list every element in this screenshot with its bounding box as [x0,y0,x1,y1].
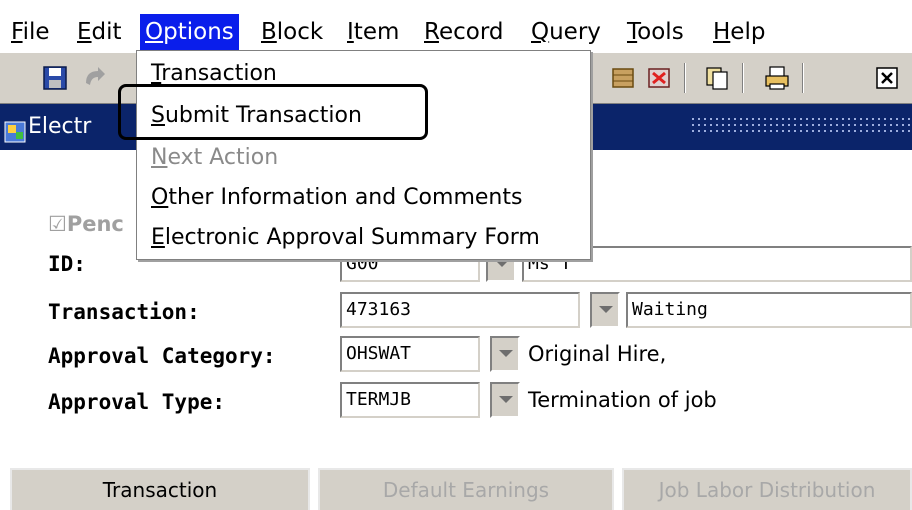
form-window-icon [4,114,26,143]
approval-type-lookup-button[interactable] [490,382,520,418]
submit-transaction-highlight [118,84,428,140]
menu-help[interactable]: Help [708,14,770,50]
menu-block[interactable]: Block [256,14,328,50]
menu-record[interactable]: Record [419,14,508,50]
toolbar-separator [802,63,804,93]
title-bar-pattern [690,116,912,136]
menu-bar: File Edit Options Block Item Record Quer… [0,0,912,52]
approval-category-label: Approval Category: [48,344,276,368]
menu-option-other-information[interactable]: Other Information and Comments [151,185,522,210]
save-icon[interactable] [40,63,70,93]
copy-icon[interactable] [702,63,732,93]
print-icon[interactable] [762,63,792,93]
id-label: ID: [48,252,86,276]
transaction-lookup-button[interactable] [590,292,620,328]
toolbar-separator [742,63,744,93]
menu-tools[interactable]: Tools [622,14,689,50]
menu-option-approval-summary[interactable]: Electronic Approval Summary Form [151,225,540,250]
tab-job-labor-distribution[interactable]: Job Labor Distribution [622,468,912,510]
transaction-status-field: Waiting [626,292,912,328]
approval-type-description: Termination of job [528,388,717,412]
approval-category-field[interactable]: OHSWAT [340,336,480,372]
tab-transaction[interactable]: Transaction [10,468,310,510]
transaction-label: Transaction: [48,300,200,324]
approval-category-lookup-button[interactable] [490,336,520,372]
menu-option-transaction[interactable]: Transaction [151,61,277,86]
pending-checkbox-label[interactable]: ☑Penc [48,212,124,236]
tab-default-earnings[interactable]: Default Earnings [318,468,614,510]
delete-record-icon[interactable] [644,63,674,93]
menu-options[interactable]: Options [140,14,239,50]
approval-category-description: Original Hire, [528,342,667,366]
menu-option-next-action[interactable]: Next Action [151,145,278,170]
toolbar-separator [684,63,686,93]
menu-item[interactable]: Item [342,14,404,50]
approval-type-field[interactable]: TERMJB [340,382,480,418]
menu-query[interactable]: Query [526,14,606,50]
window-title: Electr [28,114,92,139]
menu-file[interactable]: File [6,14,55,50]
block-icon[interactable] [608,63,638,93]
menu-edit[interactable]: Edit [72,14,127,50]
exit-icon[interactable] [872,63,902,93]
transaction-field[interactable]: 473163 [340,292,580,328]
options-dropdown-menu: Transaction Submit Transaction Next Acti… [136,50,591,260]
rollback-icon[interactable] [78,63,108,93]
approval-type-label: Approval Type: [48,390,226,414]
